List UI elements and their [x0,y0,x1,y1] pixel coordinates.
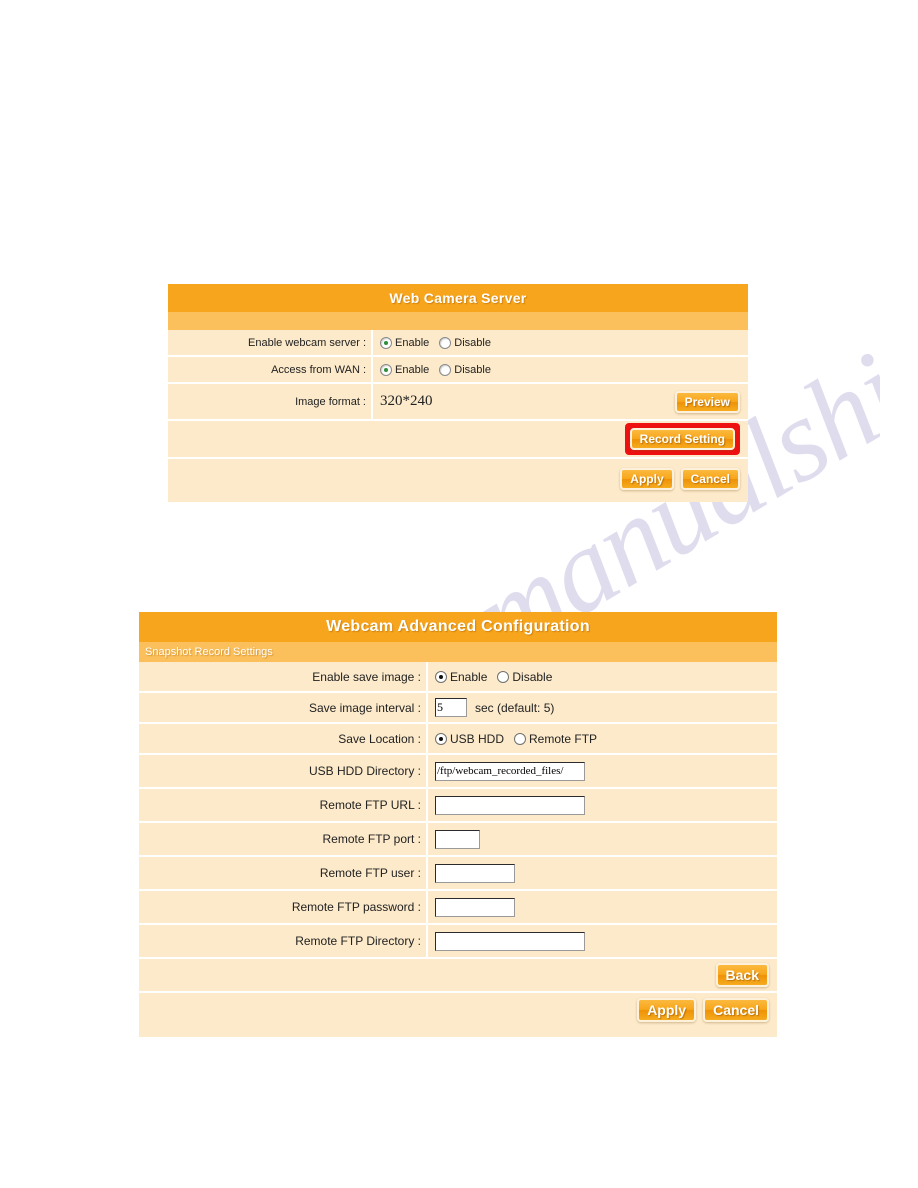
label-enable-save-image: Enable save image : [139,662,428,691]
cancel-button[interactable]: Cancel [703,998,769,1022]
radio-enable-webcam-server-disable[interactable]: Disable [439,336,491,349]
image-format-value: 320*240 [380,393,433,409]
save-image-interval-suffix: sec (default: 5) [475,700,555,715]
panel2-title: Webcam Advanced Configuration [139,612,777,642]
radio-group-access-from-wan[interactable]: Enable Disable [380,363,501,376]
apply-button[interactable]: Apply [620,467,674,490]
radio-button-icon[interactable] [435,670,447,683]
radio-group-enable-webcam-server[interactable]: Enable Disable [380,336,501,349]
panel2-section-label: Snapshot Record Settings [139,642,777,662]
row-save-image-interval: Save image interval : sec (default: 5) [139,693,777,724]
label-image-format: Image format : [168,384,373,419]
radio-save-location-remote-ftp[interactable]: Remote FTP [514,732,597,746]
radio-label: Enable [395,363,430,376]
row-enable-save-image: Enable save image : Enable Disable [139,662,777,693]
radio-button-icon[interactable] [380,363,392,376]
radio-label: Disable [512,669,553,684]
radio-access-from-wan-disable[interactable]: Disable [439,363,491,376]
radio-enable-webcam-server-enable[interactable]: Enable [380,336,430,349]
radio-enable-save-image-enable[interactable]: Enable [435,670,487,684]
row-image-format: Image format : 320*240 Preview [168,384,748,421]
row-remote-ftp-directory: Remote FTP Directory : [139,925,777,959]
remote-ftp-password-input[interactable] [435,897,515,917]
radio-save-location-usb-hdd[interactable]: USB HDD [435,732,504,746]
remote-ftp-port-input[interactable] [435,829,480,849]
remote-ftp-user-input[interactable] [435,863,515,883]
row-remote-ftp-port: Remote FTP port : [139,823,777,857]
label-remote-ftp-user: Remote FTP user : [139,857,428,889]
apply-button[interactable]: Apply [637,998,697,1022]
radio-label: Enable [395,336,430,349]
row-access-from-wan: Access from WAN : Enable Disable [168,357,748,384]
remote-ftp-url-input[interactable] [435,795,585,815]
radio-label: Enable [450,669,488,684]
label-enable-webcam-server: Enable webcam server : [168,330,373,355]
cancel-button[interactable]: Cancel [680,467,740,490]
preview-button[interactable]: Preview [674,390,740,413]
row-panel1-actions: Apply Cancel [168,459,748,498]
row-back-action: Back [139,959,777,993]
row-remote-ftp-url: Remote FTP URL : [139,789,777,823]
radio-enable-save-image-disable[interactable]: Disable [497,670,552,684]
label-usb-hdd-directory: USB HDD Directory : [139,755,428,787]
label-remote-ftp-directory: Remote FTP Directory : [139,925,428,957]
webcam-advanced-configuration-panel: Webcam Advanced Configuration Snapshot R… [139,612,777,1037]
usb-hdd-directory-input[interactable] [435,761,585,781]
remote-ftp-directory-input[interactable] [435,931,585,951]
radio-button-icon[interactable] [380,336,392,349]
record-setting-highlight-box: Record Setting [624,423,740,455]
row-enable-webcam-server: Enable webcam server : Enable Disable [168,330,748,357]
radio-button-icon[interactable] [497,670,510,683]
web-camera-server-panel: Web Camera Server Enable webcam server :… [168,284,748,502]
label-access-from-wan: Access from WAN : [168,357,373,382]
save-image-interval-input[interactable] [435,698,467,717]
label-save-image-interval: Save image interval : [139,693,428,722]
radio-button-icon[interactable] [439,363,452,376]
record-setting-button[interactable]: Record Setting [629,428,735,450]
radio-label: Remote FTP [529,731,598,746]
radio-group-save-location[interactable]: USB HDD Remote FTP [435,732,607,746]
label-remote-ftp-url: Remote FTP URL : [139,789,428,821]
radio-access-from-wan-enable[interactable]: Enable [380,363,430,376]
panel1-subbar [168,312,748,330]
row-save-location: Save Location : USB HDD Remote FTP [139,724,777,755]
radio-button-icon[interactable] [514,732,527,745]
row-remote-ftp-password: Remote FTP password : [139,891,777,925]
radio-button-icon[interactable] [435,732,447,745]
row-record-setting: Record Setting [168,421,748,459]
row-remote-ftp-user: Remote FTP user : [139,857,777,891]
panel1-title: Web Camera Server [168,284,748,312]
back-button[interactable]: Back [715,963,769,987]
radio-button-icon[interactable] [439,336,452,349]
radio-label: USB HDD [450,731,505,746]
label-remote-ftp-password: Remote FTP password : [139,891,428,923]
radio-label: Disable [454,363,491,376]
row-panel2-actions: Apply Cancel [139,993,777,1027]
radio-group-enable-save-image[interactable]: Enable Disable [435,670,562,684]
label-remote-ftp-port: Remote FTP port : [139,823,428,855]
label-save-location: Save Location : [139,724,428,753]
row-usb-hdd-directory: USB HDD Directory : [139,755,777,789]
radio-label: Disable [454,336,491,349]
